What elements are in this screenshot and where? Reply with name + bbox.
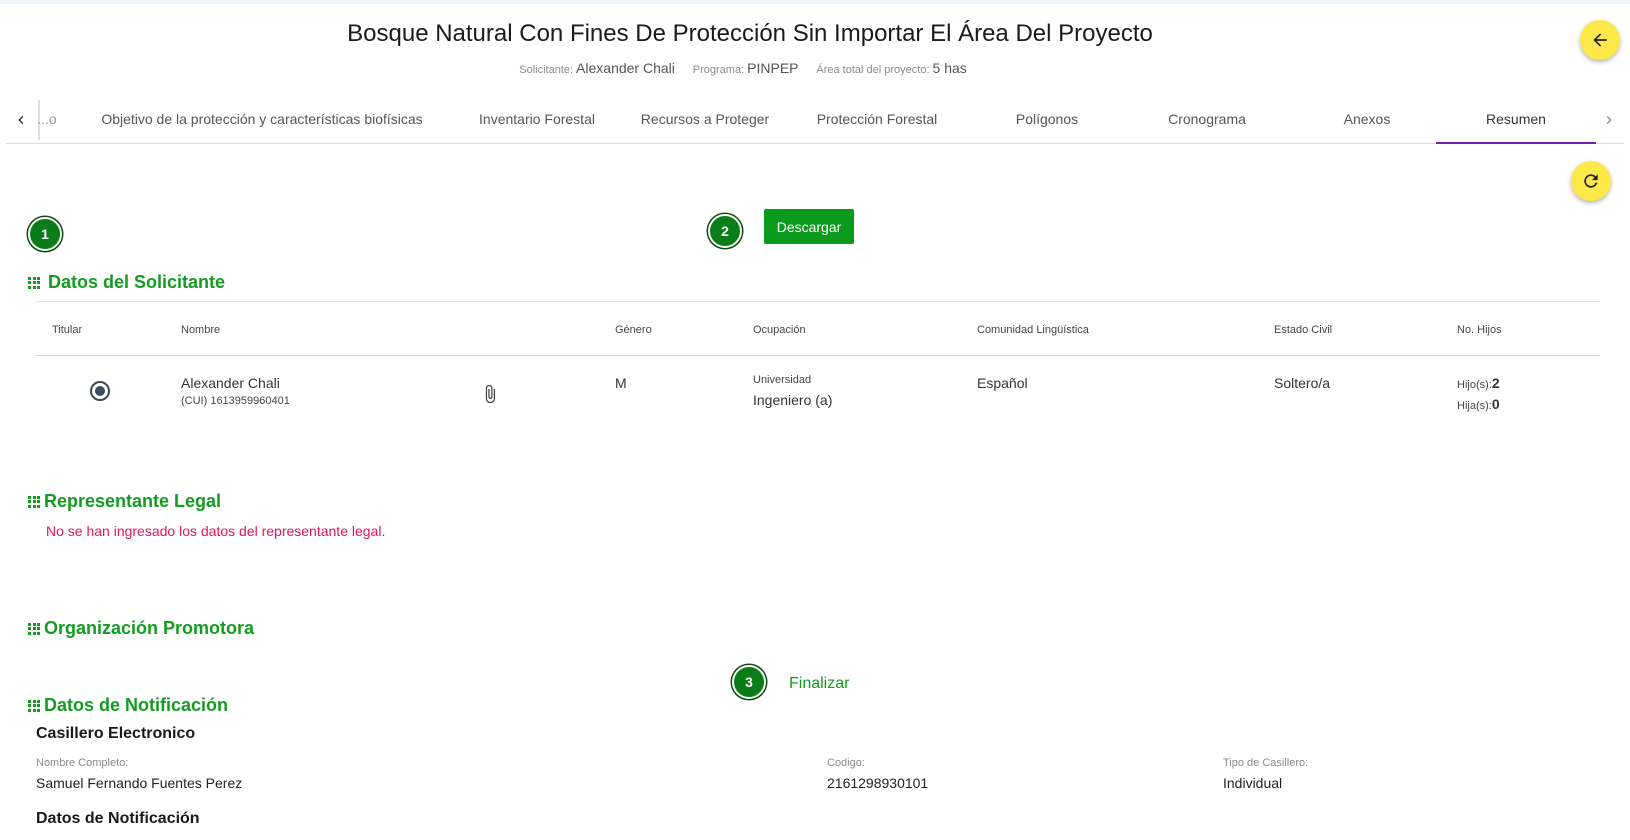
applicant-gender: M xyxy=(615,375,627,391)
paperclip-icon xyxy=(485,384,495,404)
representante-empty-message: No se han ingresado los datos del repres… xyxy=(46,523,386,539)
col-header-hijos: No. Hijos xyxy=(1457,324,1502,336)
refresh-icon xyxy=(1584,174,1598,188)
linguistic-community: Español xyxy=(977,375,1028,391)
tipo-casillero-label: Tipo de Casillero: xyxy=(1223,757,1309,769)
tab-anexos[interactable]: Anexos xyxy=(1292,96,1442,144)
page-title: Bosque Natural Con Fines De Protección S… xyxy=(347,20,1153,47)
children-daughters: Hija(s):0 xyxy=(1457,396,1500,412)
tab-recursos[interactable]: Recursos a Proteger xyxy=(634,96,776,144)
chevron-right-icon xyxy=(1606,116,1612,124)
step-badge-1: 1 xyxy=(28,217,62,251)
col-header-comunidad: Comunidad Lingüística xyxy=(977,324,1089,336)
programa-label: Programa: xyxy=(692,64,745,76)
datos-notificacion-title: Datos de Notificación xyxy=(36,810,200,827)
tabs-next-button[interactable] xyxy=(1594,96,1624,144)
tab-resumen[interactable]: Resumen xyxy=(1436,96,1596,144)
occupation-level: Universidad xyxy=(753,374,812,386)
casillero-title: Casillero Electronico xyxy=(36,725,196,742)
sons-label: Hijo(s): xyxy=(1457,379,1492,391)
tab-partial[interactable]: ...o xyxy=(32,96,62,144)
divider xyxy=(36,301,1600,302)
section-representante-title: Representante Legal xyxy=(28,491,221,512)
section-label: Representante Legal xyxy=(44,491,222,511)
tipo-casillero-value: Individual xyxy=(1223,775,1283,791)
arrow-left-icon xyxy=(1593,33,1607,47)
grid-icon xyxy=(28,699,40,712)
download-button[interactable]: Descargar xyxy=(764,209,854,244)
grid-icon xyxy=(28,622,40,635)
solicitante-label: Solicitante: xyxy=(519,64,574,76)
marital-status: Soltero/a xyxy=(1274,375,1331,391)
section-label: Datos de Notificación xyxy=(44,695,229,715)
col-header-titular: Titular xyxy=(52,324,83,336)
sons-count: 2 xyxy=(1491,375,1500,391)
tab-bar: ...o Objetivo de la protección y caracte… xyxy=(6,96,1624,144)
grid-icon xyxy=(28,276,40,289)
step-badge-2: 2 xyxy=(708,214,742,248)
applicant-name: Alexander Chali xyxy=(181,375,280,391)
col-header-estado-civil: Estado Civil xyxy=(1274,324,1333,336)
table-header-divider xyxy=(36,355,1600,356)
tab-inventario[interactable]: Inventario Forestal xyxy=(464,96,610,144)
section-label: Datos del Solicitante xyxy=(48,272,226,292)
chevron-left-icon xyxy=(18,116,24,124)
section-organizacion-title: Organización Promotora xyxy=(28,618,254,639)
area-value: 5 has xyxy=(932,60,967,76)
col-header-nombre: Nombre xyxy=(181,324,221,336)
back-button[interactable] xyxy=(1580,20,1620,60)
daughters-label: Hija(s): xyxy=(1457,400,1492,412)
nombre-completo-value: Samuel Fernando Fuentes Perez xyxy=(36,775,243,791)
step-badge-3: 3 xyxy=(732,665,766,699)
tab-objetivo[interactable]: Objetivo de la protección y característi… xyxy=(94,96,430,144)
codigo-label: Codigo: xyxy=(827,757,865,769)
section-solicitante-title: Datos del Solicitante xyxy=(28,272,225,293)
tab-proteccion[interactable]: Protección Forestal xyxy=(802,96,952,144)
applicant-cui: (CUI) 1613959960401 xyxy=(181,395,290,407)
project-meta: Solicitante: Alexander Chali Programa: PIN… xyxy=(0,60,1500,76)
solicitante-value: Alexander Chali xyxy=(576,60,675,76)
programa-value: PINPEP xyxy=(747,60,799,76)
area-label: Área total del proyecto: xyxy=(816,64,930,76)
finalizar-button[interactable]: Finalizar xyxy=(789,675,849,693)
section-label: Organización Promotora xyxy=(44,618,255,638)
col-header-genero: Género xyxy=(615,324,652,336)
tab-cronograma[interactable]: Cronograma xyxy=(1132,96,1282,144)
grid-icon xyxy=(28,495,40,508)
refresh-button[interactable] xyxy=(1571,161,1611,201)
attachment-button[interactable] xyxy=(480,382,500,411)
section-notificacion-title: Datos de Notificación xyxy=(28,695,228,716)
codigo-value: 2161298930101 xyxy=(827,775,929,791)
occupation: Ingeniero (a) xyxy=(753,392,833,408)
top-strip xyxy=(0,0,1630,4)
tab-poligonos[interactable]: Polígonos xyxy=(972,96,1122,144)
titular-radio[interactable] xyxy=(90,381,110,401)
daughters-count: 0 xyxy=(1491,396,1500,412)
radio-dot xyxy=(95,386,105,396)
children-sons: Hijo(s):2 xyxy=(1457,375,1500,391)
col-header-ocupacion: Ocupación xyxy=(753,324,806,336)
nombre-completo-label: Nombre Completo: xyxy=(36,757,129,769)
